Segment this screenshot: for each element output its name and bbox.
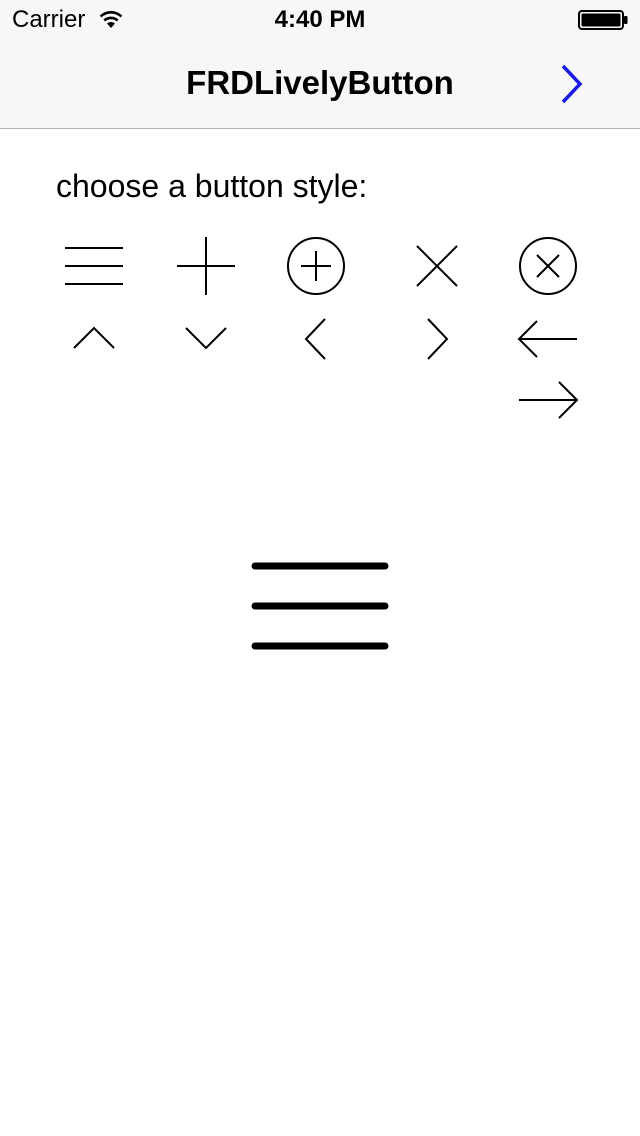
style-caret-right-button[interactable] <box>402 306 472 372</box>
style-hamburger-button[interactable] <box>59 233 129 299</box>
navigation-bar: FRDLivelyButton <box>0 40 640 129</box>
style-caret-up-button[interactable] <box>59 306 129 372</box>
caret-up-icon <box>73 326 115 349</box>
next-button[interactable] <box>548 58 598 110</box>
style-arrow-left-button[interactable] <box>513 306 583 372</box>
lively-preview-button[interactable] <box>240 550 400 660</box>
hamburger-icon <box>251 562 389 650</box>
style-caret-left-button[interactable] <box>281 306 351 372</box>
circle-plus-icon <box>287 237 345 295</box>
choose-style-label: choose a button style: <box>56 168 368 204</box>
style-close-button[interactable] <box>402 233 472 299</box>
chevron-right-icon <box>561 64 583 104</box>
hamburger-icon <box>65 247 123 285</box>
battery-icon <box>578 9 630 36</box>
arrow-left-icon <box>517 320 577 358</box>
close-icon <box>416 245 458 287</box>
plus-icon <box>177 237 235 295</box>
circle-close-icon <box>519 237 577 295</box>
status-bar: Carrier 4:40 PM <box>0 0 640 40</box>
arrow-right-icon <box>519 381 579 419</box>
style-circle-close-button[interactable] <box>513 233 583 299</box>
style-caret-down-button[interactable] <box>171 306 241 372</box>
nav-title: FRDLivelyButton <box>186 64 454 101</box>
style-circle-plus-button[interactable] <box>281 233 351 299</box>
caret-down-icon <box>185 327 227 350</box>
caret-right-icon <box>427 318 449 360</box>
style-plus-button[interactable] <box>171 233 241 299</box>
status-time: 4:40 PM <box>274 6 366 33</box>
caret-left-icon <box>304 318 326 360</box>
style-arrow-right-button[interactable] <box>513 367 583 433</box>
